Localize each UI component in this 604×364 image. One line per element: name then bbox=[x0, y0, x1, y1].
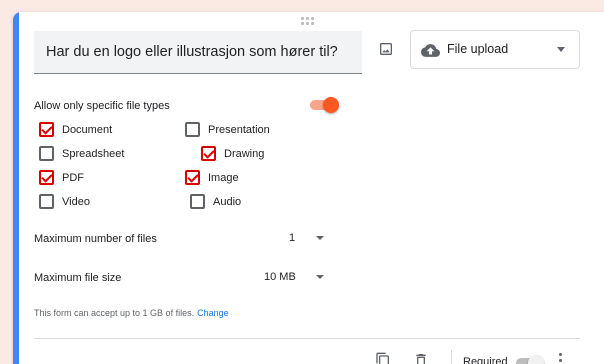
add-image-button[interactable] bbox=[375, 38, 397, 60]
allow-file-types-toggle[interactable] bbox=[308, 97, 340, 113]
footer-divider bbox=[34, 338, 580, 339]
change-link[interactable]: Change bbox=[197, 308, 229, 318]
checkbox-audio[interactable]: Audio bbox=[190, 194, 241, 209]
chevron-down-icon bbox=[557, 47, 565, 52]
checkbox-icon bbox=[185, 122, 200, 137]
question-type-dropdown[interactable]: File upload bbox=[410, 30, 580, 69]
checkbox-document[interactable]: Document bbox=[39, 122, 112, 137]
checkbox-icon bbox=[39, 146, 54, 161]
checkbox-icon bbox=[39, 122, 54, 137]
drag-handle-icon[interactable] bbox=[301, 17, 315, 25]
active-card-indicator bbox=[13, 12, 19, 364]
checkbox-icon bbox=[190, 194, 205, 209]
max-size-dropdown[interactable]: 10 MB bbox=[258, 265, 333, 289]
cloud-upload-icon bbox=[421, 44, 440, 57]
checkbox-icon bbox=[185, 170, 200, 185]
chevron-down-icon bbox=[316, 236, 324, 240]
delete-icon[interactable] bbox=[413, 351, 429, 364]
question-type-label: File upload bbox=[447, 42, 509, 56]
checkbox-image[interactable]: Image bbox=[185, 170, 239, 185]
max-files-value: 1 bbox=[289, 232, 296, 244]
more-options-icon[interactable] bbox=[559, 353, 563, 364]
max-files-label: Maximum number of files bbox=[34, 233, 157, 245]
checkbox-icon bbox=[201, 146, 216, 161]
max-size-value: 10 MB bbox=[264, 271, 296, 283]
checkbox-drawing[interactable]: Drawing bbox=[201, 146, 264, 161]
file-limit-note: This form can accept up to 1 GB of files… bbox=[34, 308, 229, 318]
checkbox-spreadsheet[interactable]: Spreadsheet bbox=[39, 146, 124, 161]
checkbox-presentation[interactable]: Presentation bbox=[185, 122, 270, 137]
allow-file-types-label: Allow only specific file types bbox=[34, 100, 170, 112]
checkbox-video[interactable]: Video bbox=[39, 194, 90, 209]
checkbox-icon bbox=[39, 170, 54, 185]
required-toggle[interactable] bbox=[514, 355, 544, 364]
chevron-down-icon bbox=[316, 275, 324, 279]
duplicate-icon[interactable] bbox=[375, 351, 391, 364]
question-card[interactable]: Har du en logo eller illustrasjon som hø… bbox=[13, 12, 604, 364]
footer-separator bbox=[451, 350, 452, 364]
required-label: Required bbox=[463, 356, 508, 364]
question-title-input[interactable]: Har du en logo eller illustrasjon som hø… bbox=[34, 31, 362, 74]
image-icon bbox=[380, 43, 392, 55]
checkbox-pdf[interactable]: PDF bbox=[39, 170, 84, 185]
max-size-label: Maximum file size bbox=[34, 272, 122, 284]
checkbox-icon bbox=[39, 194, 54, 209]
max-files-dropdown[interactable]: 1 bbox=[281, 226, 331, 250]
